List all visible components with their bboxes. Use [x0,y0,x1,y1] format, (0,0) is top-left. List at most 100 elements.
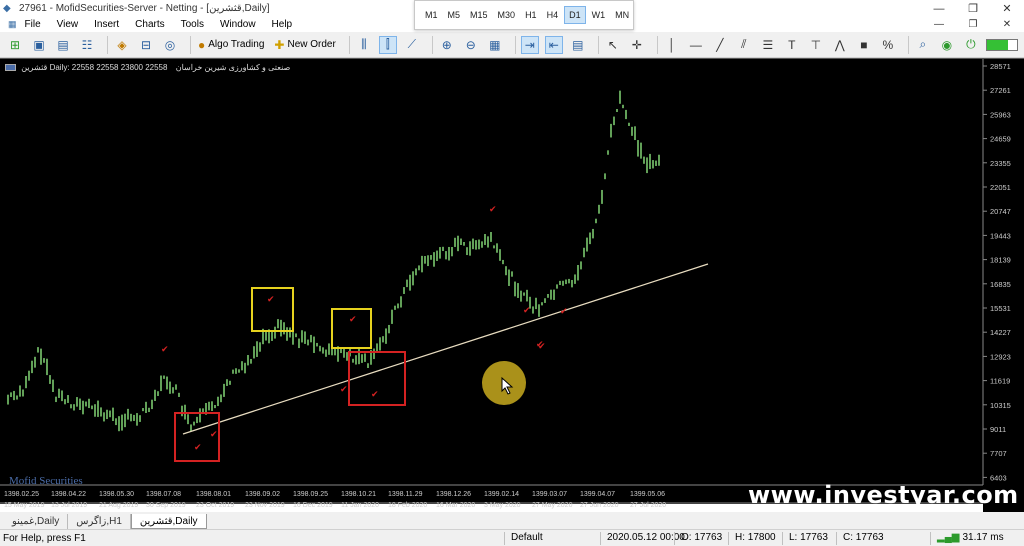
bar-open: O: 17763 [674,532,728,545]
chart-tab[interactable]: قثشرین,Daily [130,514,207,529]
menu-file[interactable]: File [25,19,41,30]
new-chart-icon[interactable]: ⊞ [6,36,24,54]
power-icon[interactable]: ⏻ [962,36,980,54]
community-icon[interactable]: ◉ [938,36,956,54]
chart-area[interactable]: 28571 27261 25963 24659 23355 22051 20747 19443… [0,58,1024,513]
profiles-icon[interactable]: ▣ [30,36,48,54]
chart-close-icon[interactable]: ✕ [990,17,1024,32]
signals-icon[interactable]: ◎ [161,36,179,54]
tile-windows-icon[interactable]: ▦ [486,36,504,54]
fibonacci-icon[interactable]: ☰ [759,36,777,54]
price-chart[interactable]: 28571 27261 25963 24659 23355 22051 20747 19443… [0,59,1024,513]
price-tick-label: 27261 [990,86,1011,95]
website-watermark: www.investyar.com [748,481,1019,509]
shapes-icon[interactable]: % [879,36,897,54]
status-bar: For Help, press F1 Default 2020.05.12 00… [0,529,1024,546]
candlestick-icon[interactable]: ⫿ [378,35,397,54]
timeframe-w1[interactable]: W1 [588,7,610,23]
symbol-flag-icon [5,64,16,72]
menu-tools[interactable]: Tools [181,19,204,30]
chart-tab[interactable]: زاگرس,H1 [68,514,131,529]
profile-name: Default [504,532,600,545]
chart-restore-icon[interactable]: ❐ [956,17,990,32]
close-icon[interactable]: ✕ [990,0,1024,17]
price-tick-label: 11619 [990,377,1010,386]
date-label-gregorian: 21 Aug 2019 [99,502,138,509]
algo-trading-button[interactable]: ● Algo Trading [196,36,266,54]
chart-shift-icon[interactable]: ⇤ [544,35,563,54]
line-chart-icon[interactable]: ⟋ [403,36,421,54]
bar-high: H: 17800 [728,532,782,545]
connection-meter [985,38,1018,51]
restore-icon[interactable]: ❐ [956,0,990,17]
timeframe-m15[interactable]: M15 [466,7,492,23]
date-label-gregorian: 11 Jan 2020 [341,502,379,509]
date-label-jalali: 1398.12.26 [436,491,471,498]
new-order-label: New Order [287,39,336,50]
chart-minimize-icon[interactable]: — [922,17,956,32]
timeframe-m30[interactable]: M30 [494,7,520,23]
history-icon[interactable]: ⊟ [137,36,155,54]
toolbar-divider [907,35,909,54]
help-text: For Help, press F1 [3,532,86,544]
timeframe-m5[interactable]: M5 [444,7,465,23]
mouse-cursor-icon [501,377,514,395]
rectangle-icon[interactable]: ■ [855,36,873,54]
horizontal-line-icon[interactable]: — [687,36,705,54]
date-label-jalali: 1399.03.07 [532,491,567,498]
new-order-button[interactable]: ✚ New Order [272,36,337,54]
elliott-icon[interactable]: ⋀ [831,36,849,54]
autoscroll-icon[interactable]: ⇥ [520,35,539,54]
timeframe-h4[interactable]: H4 [543,7,563,23]
trendline-icon[interactable]: ╱ [711,36,729,54]
price-tick-label: 14227 [990,328,1011,337]
timeframe-mn[interactable]: MN [611,7,633,23]
zoom-out-icon[interactable]: ⊖ [462,36,480,54]
check-mark-icon: ✔ [210,430,218,440]
metaeditor-icon[interactable]: ◈ [113,36,131,54]
connection-status[interactable]: ▂▄▆ 31.17 ms [930,532,1024,545]
indicators-icon[interactable]: ▤ [569,36,587,54]
chart-tab[interactable]: غمینو,Daily [4,514,69,529]
date-label-jalali: 1399.04.07 [580,491,615,498]
bar-low: L: 17763 [782,532,836,545]
check-mark-icon: ✔ [523,306,531,316]
timeframe-h1[interactable]: H1 [521,7,541,23]
market-watch-icon[interactable]: ▤ [54,36,72,54]
date-label-gregorian: 23 Nov 2019 [245,502,285,509]
zoom-in-icon[interactable]: ⊕ [438,36,456,54]
check-mark-icon: ✔ [371,390,379,400]
menu-window[interactable]: Window [220,19,256,30]
chart-window-controls: — ❐ ✕ [922,17,1024,32]
search-icon[interactable]: ⌕ [914,36,932,54]
menu-insert[interactable]: Insert [94,19,119,30]
window-title: 27961 - MofidSecurities-Server - Netting… [19,3,270,14]
price-tick-label: 16835 [990,280,1011,289]
label-tool-icon[interactable]: ⊤ [807,36,825,54]
price-tick-label: 22051 [990,183,1011,192]
channel-icon[interactable]: ⫽ [735,36,753,54]
menu-help[interactable]: Help [272,19,293,30]
date-label-jalali: 1398.02.25 [4,491,39,498]
price-tick-label: 18139 [990,256,1011,265]
chart-window-icon[interactable]: ▦ [8,19,17,30]
crosshair-icon[interactable]: ✛ [628,36,646,54]
price-tick-label: 9011 [990,425,1006,434]
navigator-icon[interactable]: ☷ [78,36,96,54]
symbol-info: قثشرین Daily: 22558 22558 23800 22558 صن… [5,63,290,72]
menu-view[interactable]: View [57,19,79,30]
date-label-jalali: 1398.05.30 [99,491,134,498]
text-tool-icon[interactable]: T [783,36,801,54]
vertical-line-icon[interactable]: │ [663,36,681,54]
menu-charts[interactable]: Charts [135,19,164,30]
bar-datetime: 2020.05.12 00:00 [600,532,685,545]
date-label-jalali: 1398.08.01 [196,491,231,498]
toolbar-divider [431,35,433,54]
timeframe-m1[interactable]: M1 [421,7,442,23]
minimize-icon[interactable]: — [922,0,956,17]
timeframe-toolbar: M1 M5 M15 M30 H1 H4 D1 W1 MN [414,0,634,30]
timeframe-d1[interactable]: D1 [564,6,586,24]
bar-chart-icon[interactable]: ⫼ [355,36,373,54]
cursor-icon[interactable]: ↖ [604,36,622,54]
trendline [182,263,709,435]
